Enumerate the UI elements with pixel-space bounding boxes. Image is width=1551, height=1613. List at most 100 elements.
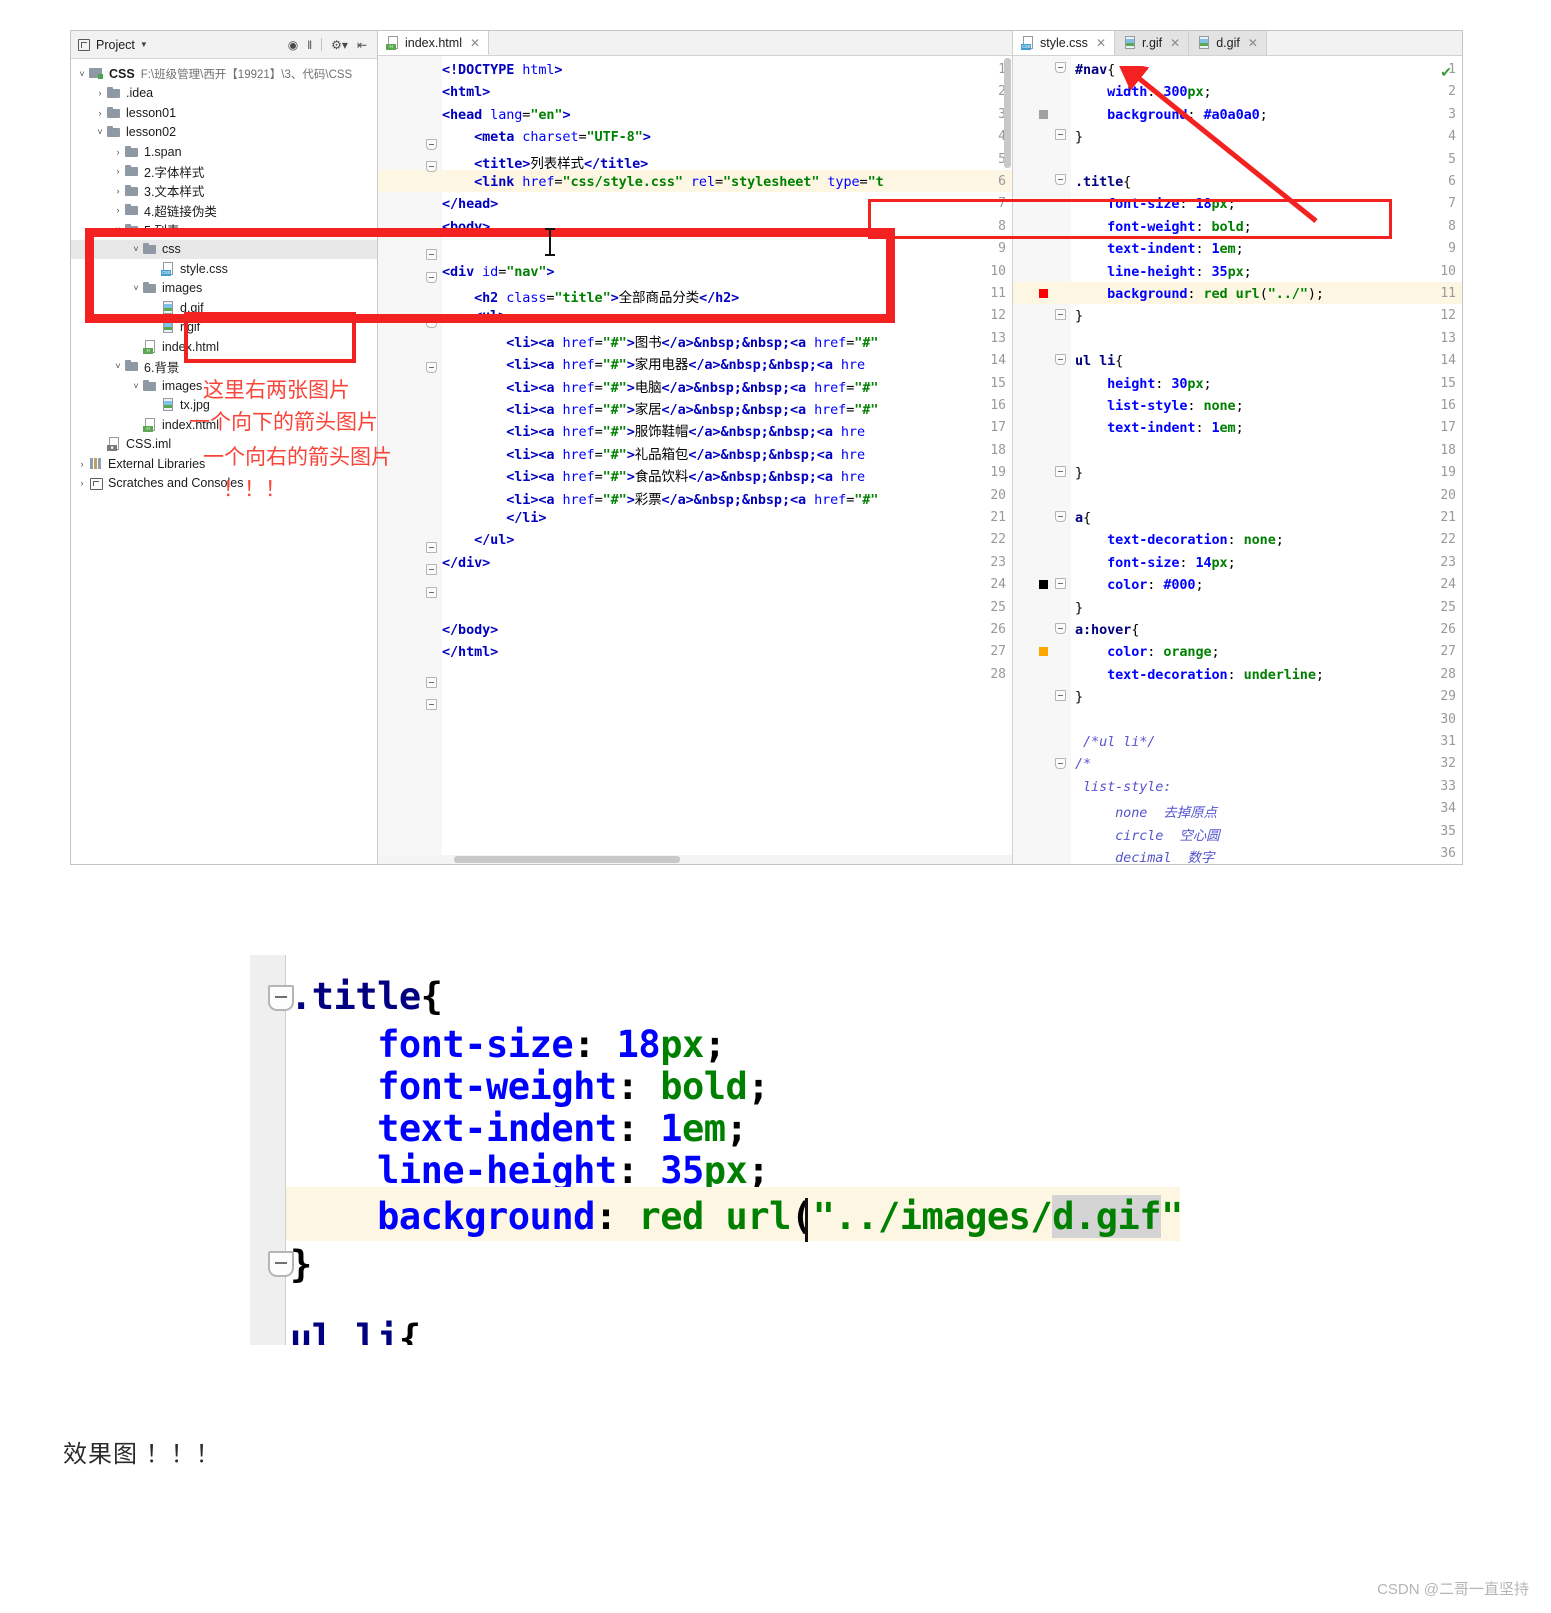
chevron-down-icon[interactable]: ˅ <box>111 361 125 371</box>
target-icon[interactable]: ◉ <box>288 39 298 51</box>
fold-marker-ul[interactable] <box>426 362 437 373</box>
fold-marker-head-end[interactable] <box>426 249 437 260</box>
chevron-down-icon[interactable]: ˅ <box>129 283 143 293</box>
tree-node-r-gif[interactable]: r.gif <box>71 318 377 338</box>
code-line: </li> <box>506 510 547 526</box>
tree-node-lesson01[interactable]: › lesson01 <box>71 103 377 123</box>
chevron-down-icon[interactable]: ˅ <box>75 69 89 79</box>
tab-d-gif[interactable]: d.gif ✕ <box>1189 31 1267 55</box>
chevron-down-icon[interactable]: ˅ <box>93 127 107 137</box>
color-swatch-gutter-icon[interactable] <box>1039 109 1048 119</box>
tree-annotation-2: 一个向右的箭头图片 <box>203 446 392 469</box>
color-swatch-gutter-icon[interactable] <box>1039 580 1048 590</box>
close-icon[interactable]: ✕ <box>1170 36 1180 50</box>
color-swatch-gutter-icon[interactable] <box>1039 289 1048 298</box>
zoomed-code-line: background: red url("../images/d.gif"); <box>377 1195 1180 1238</box>
code-line: <li><a href="#">家居</a>&nbsp;&nbsp;<a hre… <box>506 402 879 418</box>
color-swatch-gutter-icon[interactable] <box>1039 647 1048 657</box>
fold-marker-html-end[interactable] <box>426 699 437 710</box>
html-horizontal-scrollbar[interactable] <box>378 855 1012 864</box>
chevron-down-icon[interactable]: ▼ <box>140 40 148 49</box>
code-line: text-indent: 1em; <box>1107 420 1244 437</box>
chevron-right-icon[interactable]: › <box>111 205 125 215</box>
fold-marker-a[interactable] <box>1055 511 1066 522</box>
folder-icon <box>107 106 121 119</box>
close-icon[interactable]: ✕ <box>470 36 480 50</box>
close-icon[interactable]: ✕ <box>1248 36 1258 50</box>
html-vertical-scrollbar-thumb[interactable] <box>1004 58 1011 168</box>
fold-marker-ahover-end[interactable] <box>1055 690 1066 701</box>
fold-marker-div-end[interactable] <box>426 587 437 598</box>
hide-panel-icon[interactable]: ⇤ <box>357 39 367 51</box>
ide-window: Project ▼ ◉ ‖ ⚙▾ ⇤ ˅ CSS F:\班级管理\西开【1992… <box>70 30 1463 865</box>
zoomed-code-line: font-size: 18px; <box>377 1023 726 1066</box>
module-icon <box>89 67 104 80</box>
html-code-area[interactable]: 1 <!DOCTYPE html> 2 <html> 3 <head lang="en">… <box>378 56 1012 864</box>
fold-marker-ul-end[interactable] <box>426 564 437 575</box>
tree-node-d-gif[interactable]: d.gif <box>71 298 377 318</box>
css-code-area[interactable]: 1 #nav{2 width: 300px; 3 background: #a0a0… <box>1013 56 1462 864</box>
line-number: 25 <box>990 599 1006 615</box>
fold-marker-li-end[interactable] <box>426 542 437 553</box>
tab-label: r.gif <box>1142 36 1163 50</box>
fold-marker-nav-end[interactable] <box>1055 129 1066 140</box>
fold-marker-html[interactable] <box>426 139 437 150</box>
tree-node-style-css[interactable]: CSS style.css <box>71 259 377 279</box>
chevron-right-icon[interactable]: › <box>93 88 107 98</box>
fold-marker-zoom-title-end[interactable] <box>268 1251 294 1277</box>
project-panel-title: Project <box>96 37 135 52</box>
folder-icon <box>125 165 139 177</box>
tree-node-root[interactable]: ˅ CSS F:\班级管理\西开【19921】\3、代码\CSS <box>71 64 377 84</box>
tree-node-5-[interactable]: ˅ 5.列表 <box>71 220 377 240</box>
tree-node-3-[interactable]: › 3.文本样式 <box>71 181 377 201</box>
fold-marker-title[interactable] <box>1055 174 1066 185</box>
line-number: 32 <box>1440 756 1456 772</box>
line-number: 19 <box>1440 465 1456 481</box>
line-number: 8 <box>1448 218 1456 234</box>
tree-node-1-span[interactable]: › 1.span <box>71 142 377 162</box>
close-icon[interactable]: ✕ <box>1096 36 1106 50</box>
chevron-right-icon[interactable]: › <box>111 147 125 157</box>
tree-node--idea[interactable]: › .idea <box>71 84 377 104</box>
chevron-right-icon[interactable]: › <box>75 478 89 488</box>
fold-marker-a-end[interactable] <box>1055 578 1066 589</box>
fold-marker-title-end[interactable] <box>1055 309 1066 320</box>
chevron-right-icon[interactable]: › <box>111 166 125 176</box>
tree-node-images[interactable]: ˅ images <box>71 279 377 299</box>
iml-file-icon: ■ <box>107 437 121 452</box>
gear-icon[interactable]: ⚙▾ <box>331 39 348 51</box>
line-number: 26 <box>1440 622 1456 637</box>
fold-marker-body-end[interactable] <box>426 677 437 688</box>
fold-marker-ahover[interactable] <box>1055 623 1066 634</box>
chevron-right-icon[interactable]: › <box>111 186 125 196</box>
collapse-all-icon[interactable]: ‖ <box>307 39 312 51</box>
tab-r-gif[interactable]: r.gif ✕ <box>1115 31 1190 55</box>
tree-node-lesson02[interactable]: ˅ lesson02 <box>71 123 377 143</box>
fold-marker-ulli[interactable] <box>1055 354 1066 365</box>
fold-marker-head[interactable] <box>426 161 437 172</box>
tree-node-index-html[interactable]: Hindex.html <box>71 337 377 357</box>
fold-marker-zoom-title[interactable] <box>268 985 294 1011</box>
fold-marker-body[interactable] <box>426 272 437 283</box>
chevron-down-icon[interactable]: ˅ <box>111 225 125 235</box>
scrollbar-thumb[interactable] <box>454 856 680 863</box>
tab-index-html[interactable]: Hindex.html ✕ <box>378 31 490 55</box>
tree-node-label: External Libraries <box>108 456 206 471</box>
chevron-down-icon[interactable]: ˅ <box>129 244 143 254</box>
code-line: circle 空心圆 <box>1115 827 1220 844</box>
tree-node-2-[interactable]: › 2.字体样式 <box>71 162 377 182</box>
fold-marker-nav[interactable] <box>1055 62 1066 73</box>
chevron-down-icon[interactable]: ˅ <box>129 381 143 391</box>
chevron-right-icon[interactable]: › <box>93 108 107 118</box>
tree-node-4-[interactable]: › 4.超链接伪类 <box>71 201 377 221</box>
chevron-right-icon[interactable]: › <box>75 459 89 469</box>
line-number: 26 <box>990 622 1006 637</box>
fold-marker-ulli-end[interactable] <box>1055 466 1066 477</box>
tab-style-css[interactable]: CSS style.css ✕ <box>1013 31 1115 55</box>
fold-marker-div[interactable] <box>426 317 437 328</box>
fold-marker-comment[interactable] <box>1055 758 1066 769</box>
tree-annotation-3: ！！！ <box>223 478 286 501</box>
tree-node-css[interactable]: ˅ css <box>71 239 377 259</box>
code-line: none 去掉原点 <box>1115 805 1217 822</box>
code-line: } <box>1075 308 1084 325</box>
